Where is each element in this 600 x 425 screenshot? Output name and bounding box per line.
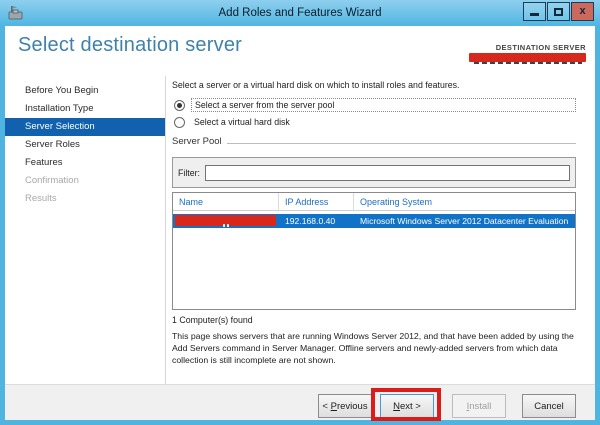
- close-icon: x: [579, 5, 586, 17]
- minimize-button[interactable]: [523, 2, 546, 21]
- sidebar-item-features[interactable]: Features: [5, 154, 165, 172]
- cell-os: Microsoft Windows Server 2012 Datacenter…: [360, 216, 569, 226]
- sidebar-divider: [165, 76, 166, 384]
- sidebar-item-server-roles[interactable]: Server Roles: [5, 136, 165, 154]
- sidebar-item-confirmation: Confirmation: [25, 175, 79, 186]
- filter-bar: Filter:: [172, 157, 576, 188]
- radio-button-icon[interactable]: [174, 99, 185, 111]
- window-title: Add Roles and Features Wizard: [218, 7, 382, 19]
- redaction-destination-server-name: [469, 53, 586, 62]
- radio-select-vhd[interactable]: Select a virtual hard disk: [172, 116, 576, 128]
- wizard-steps-sidebar: Before You Begin Installation Type Serve…: [5, 82, 165, 208]
- group-rule: [226, 142, 576, 144]
- previous-button[interactable]: < Previous: [318, 394, 372, 418]
- column-header-name[interactable]: Name: [173, 193, 279, 210]
- filter-label: Filter:: [178, 167, 200, 178]
- radio-selected-dot: [177, 102, 182, 108]
- radio-button-icon[interactable]: [174, 116, 185, 128]
- cell-ip: 192.168.0.40: [285, 216, 336, 226]
- close-button[interactable]: x: [571, 2, 594, 21]
- next-button[interactable]: Next >: [380, 394, 434, 418]
- radio-select-server-pool[interactable]: Select a server from the server pool: [172, 98, 576, 112]
- filter-input[interactable]: [205, 164, 570, 181]
- server-pool-table: Name IP Address Operating System 192.168…: [172, 192, 576, 310]
- table-row-server[interactable]: 192.168.0.40 Microsoft Windows Server 20…: [173, 214, 575, 228]
- sidebar-item-results: Results: [25, 193, 57, 204]
- sidebar-item-before-you-begin[interactable]: Before You Begin: [5, 82, 165, 100]
- sidebar-item-installation-type[interactable]: Installation Type: [5, 100, 165, 118]
- radio-label[interactable]: Select a virtual hard disk: [191, 116, 293, 128]
- page-description: This page shows servers that are running…: [172, 331, 574, 365]
- title-bar[interactable]: Add Roles and Features Wizard x: [0, 0, 600, 26]
- server-pool-section: Server Pool: [172, 136, 576, 147]
- column-header-ip[interactable]: IP Address: [279, 193, 354, 210]
- minimize-icon: [530, 13, 539, 16]
- wizard-window: Add Roles and Features Wizard x Select d…: [0, 0, 600, 425]
- server-pool-label: Server Pool: [172, 136, 222, 147]
- table-header-row: Name IP Address Operating System: [173, 193, 575, 211]
- redacted-text-remnant: [223, 224, 231, 227]
- footer-bar: < Previous Next > Install Cancel: [5, 384, 595, 420]
- wizard-content: Select destination server DESTINATION SE…: [5, 26, 595, 420]
- cell-name: [173, 214, 279, 228]
- server-manager-icon: [8, 6, 23, 20]
- maximize-icon: [554, 7, 563, 16]
- sidebar-item-server-selection[interactable]: Server Selection: [5, 118, 165, 136]
- cancel-button[interactable]: Cancel: [522, 394, 576, 418]
- computers-found-text: 1 Computer(s) found: [172, 315, 253, 325]
- column-header-os[interactable]: Operating System: [354, 193, 575, 210]
- intro-text: Select a server or a virtual hard disk o…: [172, 80, 460, 90]
- destination-server-label: DESTINATION SERVER: [495, 43, 586, 52]
- maximize-button[interactable]: [547, 2, 570, 21]
- page-title: Select destination server: [18, 34, 243, 56]
- install-button: Install: [452, 394, 506, 418]
- radio-label[interactable]: Select a server from the server pool: [191, 98, 576, 112]
- redacted-text-remnant: [474, 62, 582, 64]
